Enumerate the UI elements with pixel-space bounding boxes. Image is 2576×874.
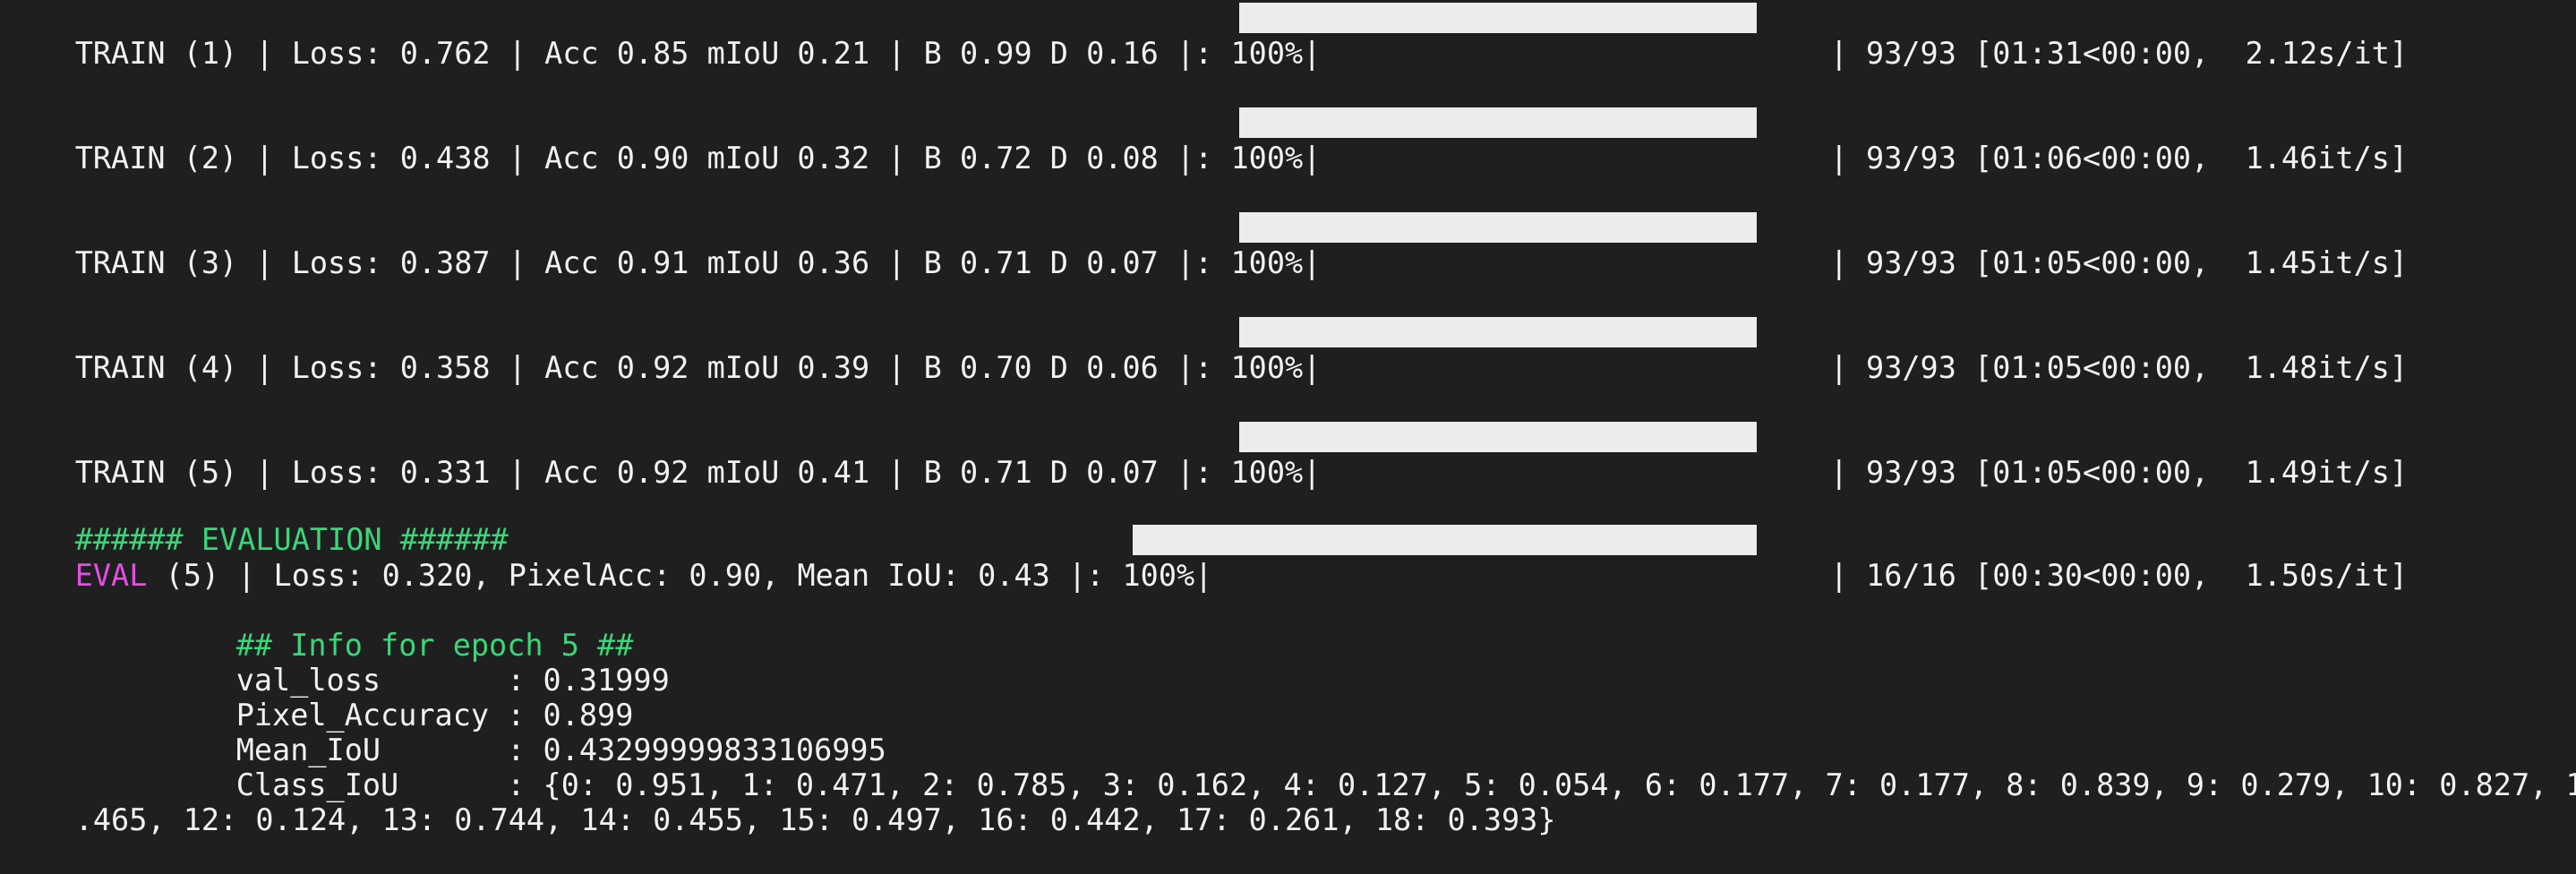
train-row-4-stats: | 93/93 [01:05<00:00, 1.48it/s] xyxy=(1758,314,2408,385)
train-row-2-stats: | 93/93 [01:06<00:00, 1.46it/s] xyxy=(1758,105,2408,176)
info-class-iou-line-2-text: .465, 12: 0.124, 13: 0.744, 14: 0.455, 1… xyxy=(74,802,1556,837)
train-row-4: TRAIN (4) | Loss: 0.358 | Acc 0.92 mIoU … xyxy=(3,314,1322,385)
train-row-3-progress-bar xyxy=(1239,212,1757,243)
train-row-1-progress-bar xyxy=(1239,3,1757,33)
info-pixel-accuracy: Pixel_Accuracy : 0.899 xyxy=(164,662,634,733)
train-row-5: TRAIN (5) | Loss: 0.331 | Acc 0.92 mIoU … xyxy=(3,419,1322,490)
train-row-3: TRAIN (3) | Loss: 0.387 | Acc 0.91 mIoU … xyxy=(3,210,1322,280)
eval-progress-bar xyxy=(1133,525,1757,555)
train-row-5-stats: | 93/93 [01:05<00:00, 1.49it/s] xyxy=(1758,419,2408,490)
train-row-4-stats-text: | 93/93 [01:05<00:00, 1.48it/s] xyxy=(1829,350,2409,385)
info-title: ## Info for epoch 5 ## xyxy=(164,592,634,663)
train-row-5-text: TRAIN (5) | Loss: 0.331 | Acc 0.92 mIoU … xyxy=(74,455,1322,490)
train-row-2: TRAIN (2) | Loss: 0.438 | Acc 0.90 mIoU … xyxy=(3,105,1322,176)
info-class-iou-line-2: .465, 12: 0.124, 13: 0.744, 14: 0.455, 1… xyxy=(3,767,1556,837)
train-row-3-stats: | 93/93 [01:05<00:00, 1.45it/s] xyxy=(1758,210,2408,280)
eval-row-text: (5) | Loss: 0.320, PixelAcc: 0.90, Mean … xyxy=(147,558,1213,593)
train-row-2-stats-text: | 93/93 [01:06<00:00, 1.46it/s] xyxy=(1829,141,2409,176)
eval-row: EVAL (5) | Loss: 0.320, PixelAcc: 0.90, … xyxy=(3,522,1213,593)
train-row-2-text: TRAIN (2) | Loss: 0.438 | Acc 0.90 mIoU … xyxy=(74,141,1322,176)
info-class-iou-line-1: Class_IoU : {0: 0.951, 1: 0.471, 2: 0.78… xyxy=(164,732,2576,802)
eval-keyword: EVAL xyxy=(74,558,148,593)
train-row-5-progress-bar xyxy=(1239,422,1757,452)
eval-row-stats: | 16/16 [00:30<00:00, 1.50s/it] xyxy=(1758,522,2408,593)
train-row-1-stats: | 93/93 [01:31<00:00, 2.12s/it] xyxy=(1758,0,2408,71)
terminal-output: TRAIN (1) | Loss: 0.762 | Acc 0.85 mIoU … xyxy=(0,0,2576,837)
train-row-1: TRAIN (1) | Loss: 0.762 | Acc 0.85 mIoU … xyxy=(3,0,1322,71)
train-row-4-text: TRAIN (4) | Loss: 0.358 | Acc 0.92 mIoU … xyxy=(74,350,1322,385)
train-row-2-progress-bar xyxy=(1239,107,1757,138)
train-row-5-stats-text: | 93/93 [01:05<00:00, 1.49it/s] xyxy=(1829,455,2409,490)
train-row-3-text: TRAIN (3) | Loss: 0.387 | Acc 0.91 mIoU … xyxy=(74,245,1322,280)
train-row-3-stats-text: | 93/93 [01:05<00:00, 1.45it/s] xyxy=(1829,245,2409,280)
info-val-loss: val_loss : 0.31999 xyxy=(164,627,670,698)
train-row-4-progress-bar xyxy=(1239,317,1757,347)
train-row-1-text: TRAIN (1) | Loss: 0.762 | Acc 0.85 mIoU … xyxy=(74,36,1322,71)
info-mean-iou: Mean_IoU : 0.43299999833106995 xyxy=(164,697,886,767)
eval-row-stats-text: | 16/16 [00:30<00:00, 1.50s/it] xyxy=(1829,558,2409,593)
train-row-1-stats-text: | 93/93 [01:31<00:00, 2.12s/it] xyxy=(1829,36,2409,71)
evaluation-header: ###### EVALUATION ###### xyxy=(3,486,509,557)
